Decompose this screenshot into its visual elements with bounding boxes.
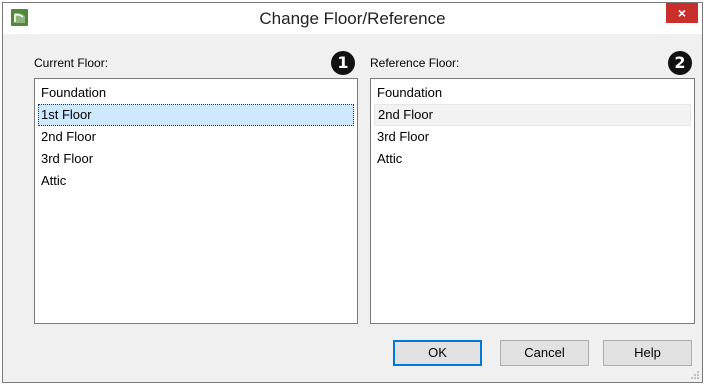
reference-floor-label: Reference Floor:	[370, 56, 460, 70]
reference-floor-item-2nd-floor[interactable]: 2nd Floor	[374, 104, 691, 126]
current-floor-item-3rd-floor[interactable]: 3rd Floor	[38, 148, 354, 170]
current-floor-item-2nd-floor[interactable]: 2nd Floor	[38, 126, 354, 148]
reference-floor-item-attic[interactable]: Attic	[374, 148, 691, 170]
resize-grip-icon[interactable]	[690, 370, 700, 380]
callout-badge-1: 1	[331, 51, 355, 75]
dialog-title: Change Floor/Reference	[259, 9, 446, 28]
reference-floor-item-3rd-floor[interactable]: 3rd Floor	[374, 126, 691, 148]
help-button[interactable]: Help	[603, 340, 692, 366]
title-bar[interactable]: Change Floor/Reference ×	[3, 3, 702, 34]
cancel-button[interactable]: Cancel	[500, 340, 589, 366]
close-button[interactable]: ×	[666, 3, 698, 23]
current-floor-item-1st-floor[interactable]: 1st Floor	[38, 104, 354, 126]
current-floor-item-foundation[interactable]: Foundation	[38, 82, 354, 104]
reference-floor-list[interactable]: Foundation 2nd Floor 3rd Floor Attic	[370, 78, 695, 324]
ok-button[interactable]: OK	[393, 340, 482, 366]
reference-floor-item-foundation[interactable]: Foundation	[374, 82, 691, 104]
callout-badge-2: 2	[668, 51, 692, 75]
current-floor-label: Current Floor:	[34, 56, 109, 70]
current-floor-list[interactable]: Foundation 1st Floor 2nd Floor 3rd Floor…	[34, 78, 358, 324]
change-floor-dialog: Change Floor/Reference × Current Floor: …	[2, 2, 703, 383]
current-floor-item-attic[interactable]: Attic	[38, 170, 354, 192]
